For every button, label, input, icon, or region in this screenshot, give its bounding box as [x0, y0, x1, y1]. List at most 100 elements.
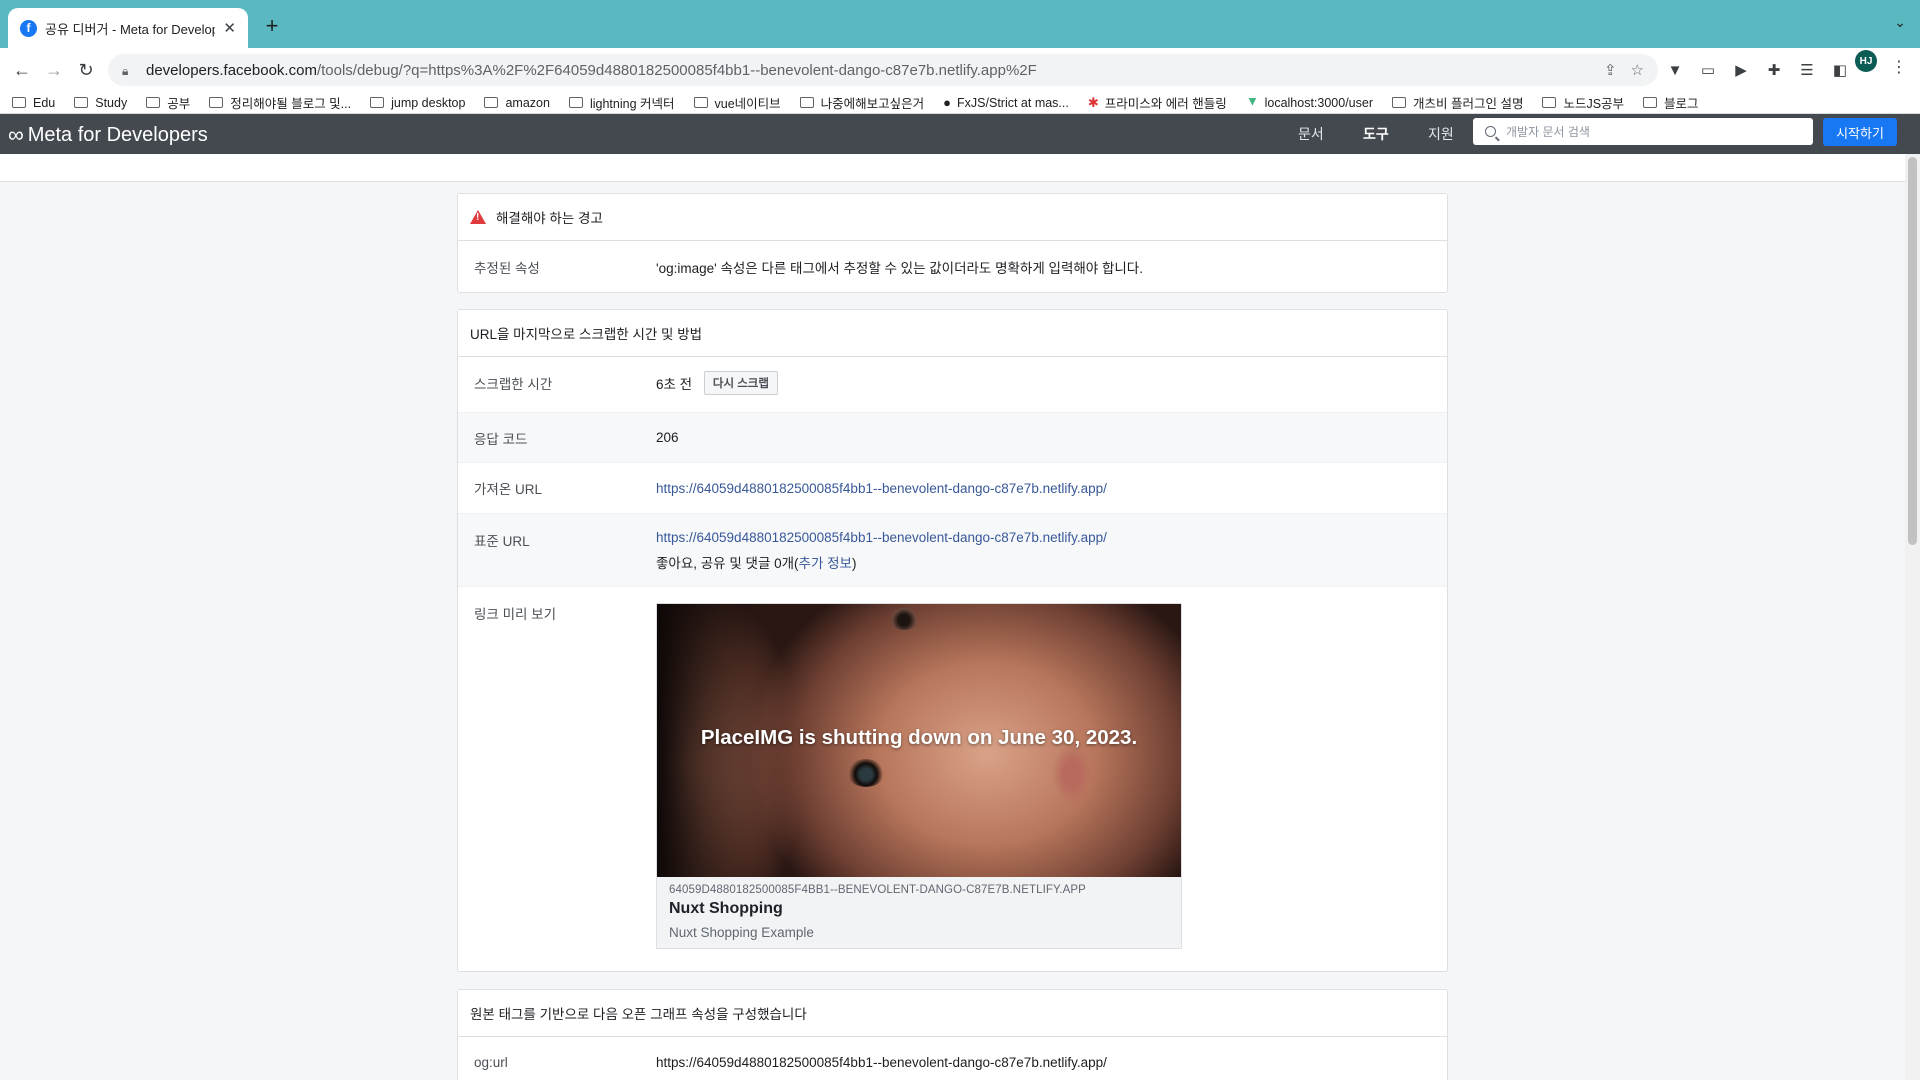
scrape-time-value: 6초 전: [656, 377, 693, 392]
response-code-row: 응답 코드 206: [458, 413, 1447, 463]
folder-icon: [209, 97, 224, 108]
preview-image: PlaceIMG is shutting down on June 30, 20…: [657, 604, 1181, 877]
bookmark-label: 노드JS공부: [1563, 97, 1625, 111]
canonical-url-row: 표준 URL https://64059d4880182500085f4bb1-…: [458, 514, 1447, 587]
tab-search-chevron-icon[interactable]: ⌄: [1894, 14, 1906, 31]
rescrape-button[interactable]: 다시 스크랩: [703, 371, 778, 395]
bookmark-item[interactable]: ● FxJS/Strict at mas...: [943, 95, 1069, 110]
bookmark-label: Edu: [33, 95, 56, 110]
bookmark-label: amazon: [505, 95, 550, 110]
lock-icon: 🔒︎: [122, 64, 129, 78]
bookmark-item[interactable]: vue네이티브: [693, 93, 781, 112]
reload-icon[interactable]: ↻: [74, 58, 98, 82]
bookmark-label: vue네이티브: [714, 97, 781, 111]
bookmark-item[interactable]: ▲ localhost:3000/user: [1246, 95, 1373, 110]
bookmark-label: localhost:3000/user: [1264, 95, 1373, 110]
preview-meta: 64059D4880182500085F4BB1--BENEVOLENT-DAN…: [657, 877, 1181, 948]
warnings-panel: 해결해야 하는 경고 추정된 속성 'og:image' 속성은 다른 태그에서…: [457, 193, 1448, 293]
bookmark-item[interactable]: jump desktop: [370, 96, 465, 110]
warnings-title: 해결해야 하는 경고: [496, 211, 603, 226]
bookmark-star-icon[interactable]: ☆: [1631, 61, 1644, 79]
og-url-label: og:url: [474, 1054, 508, 1070]
meta-logo[interactable]: ∞ Meta for Developers: [8, 122, 208, 148]
og-properties-panel: 원본 태그를 기반으로 다음 오픈 그래프 속성을 구성했습니다 og:url …: [457, 989, 1448, 1080]
side-panel-icon[interactable]: ◧: [1830, 60, 1850, 80]
browser-tab[interactable]: f 공유 디버거 - Meta for Developer ✕: [8, 8, 248, 48]
nav-support[interactable]: 지원: [1428, 122, 1454, 146]
search-icon: [1485, 126, 1496, 137]
extension-icon[interactable]: ▭: [1698, 60, 1718, 80]
url-path: /tools/debug/?q=https%3A%2F%2F64059d4880…: [316, 61, 1037, 79]
bookmark-label: jump desktop: [391, 95, 466, 110]
folder-icon: [693, 97, 708, 108]
folder-icon: [74, 97, 89, 108]
folder-icon: [1643, 97, 1658, 108]
forward-arrow-icon[interactable]: →: [42, 58, 66, 82]
extensions-puzzle-icon[interactable]: ✚: [1764, 60, 1784, 80]
warning-icon: [470, 210, 486, 224]
preview-domain: 64059D4880182500085F4BB1--BENEVOLENT-DAN…: [669, 884, 1086, 896]
fetched-url-row: 가져온 URL https://64059d4880182500085f4bb1…: [458, 463, 1447, 514]
og-url-value: https://64059d4880182500085f4bb1--benevo…: [656, 1054, 1107, 1070]
bookmark-label: lightning 커넥터: [589, 97, 675, 111]
media-extension-icon[interactable]: ▶: [1731, 60, 1751, 80]
folder-icon: [146, 97, 161, 108]
nav-tools[interactable]: 도구: [1363, 122, 1389, 146]
vue-icon: ▲: [1245, 95, 1259, 110]
profile-avatar[interactable]: HJ: [1855, 50, 1877, 72]
search-placeholder: 개발자 문서 검색: [1506, 125, 1590, 139]
address-bar[interactable]: 🔒︎ developers.facebook.com /tools/debug/…: [108, 54, 1658, 86]
bookmark-item[interactable]: 공부: [146, 93, 190, 112]
close-tab-icon[interactable]: ✕: [223, 19, 236, 37]
link-preview-card[interactable]: PlaceIMG is shutting down on June 30, 20…: [656, 603, 1182, 949]
scrollbar-thumb[interactable]: [1908, 157, 1917, 545]
vue-devtools-extension-icon[interactable]: ▼: [1665, 60, 1685, 80]
nav-docs[interactable]: 문서: [1298, 122, 1324, 146]
bookmark-item[interactable]: ✱ 프라미스와 에러 핸들링: [1088, 93, 1227, 112]
bookmark-item[interactable]: Edu: [12, 96, 55, 110]
bookmark-item[interactable]: Study: [74, 96, 127, 110]
back-arrow-icon[interactable]: ←: [10, 58, 34, 82]
folder-icon: [1542, 97, 1557, 108]
engagement-suffix: ): [851, 556, 857, 571]
bookmark-item[interactable]: 정리해야될 블로그 및...: [209, 93, 351, 112]
fetched-url-link[interactable]: https://64059d4880182500085f4bb1--benevo…: [656, 481, 1107, 496]
bookmark-item[interactable]: amazon: [484, 95, 550, 110]
docs-search-input[interactable]: 개발자 문서 검색: [1473, 118, 1813, 145]
folder-icon: [799, 97, 814, 108]
scrape-info-panel: URL을 마지막으로 스크랩한 시간 및 방법 스크랩한 시간 6초 전 다시 …: [457, 309, 1448, 972]
bookmark-label: 개츠비 플러그인 설명: [1413, 97, 1524, 111]
bookmark-label: 공부: [167, 97, 191, 111]
bookmark-item[interactable]: 개츠비 플러그인 설명: [1392, 93, 1523, 112]
preview-title: Nuxt Shopping: [669, 900, 783, 917]
browser-toolbar: ← → ↻ 🔒︎ developers.facebook.com /tools/…: [0, 48, 1920, 92]
browser-menu-icon[interactable]: ⋮: [1891, 57, 1907, 77]
link-preview-label: 링크 미리 보기: [474, 607, 557, 622]
bookmark-item[interactable]: lightning 커넥터: [568, 93, 675, 112]
bookmark-item[interactable]: 블로그: [1643, 93, 1699, 112]
browser-tab-strip: f 공유 디버거 - Meta for Developer ✕ + ⌄: [0, 0, 1920, 48]
folder-icon: [1392, 97, 1406, 108]
response-code-label: 응답 코드: [474, 431, 528, 447]
url-host: developers.facebook.com: [146, 61, 317, 79]
share-icon[interactable]: ⇪: [1604, 61, 1617, 79]
folder-icon: [484, 97, 499, 108]
og-title: 원본 태그를 기반으로 다음 오픈 그래프 속성을 구성했습니다: [470, 1007, 807, 1022]
github-icon: ●: [943, 95, 952, 110]
preview-description: Nuxt Shopping Example: [669, 925, 814, 940]
reading-list-icon[interactable]: ☰: [1797, 60, 1817, 80]
canonical-url-link[interactable]: https://64059d4880182500085f4bb1--benevo…: [656, 530, 1107, 545]
warning-row: 추정된 속성 'og:image' 속성은 다른 태그에서 추정할 수 있는 값…: [458, 241, 1447, 292]
bookmark-item[interactable]: 노드JS공부: [1542, 93, 1624, 112]
javascript-info-icon: ✱: [1087, 94, 1099, 110]
scrape-time-label: 스크랩한 시간: [474, 377, 553, 392]
engagement-prefix: 좋아요, 공유 및 댓글 0개(: [656, 556, 799, 571]
bookmark-label: 나중에해보고싶은거: [820, 97, 925, 111]
get-started-button[interactable]: 시작하기: [1823, 118, 1897, 146]
more-info-link[interactable]: 추가 정보: [799, 556, 852, 571]
warning-label: 추정된 속성: [474, 260, 540, 276]
bookmark-item[interactable]: 나중에해보고싶은거: [799, 93, 925, 112]
new-tab-button[interactable]: +: [258, 12, 286, 40]
fetched-url-label: 가져온 URL: [474, 482, 543, 497]
scrape-header: URL을 마지막으로 스크랩한 시간 및 방법: [458, 310, 1447, 357]
